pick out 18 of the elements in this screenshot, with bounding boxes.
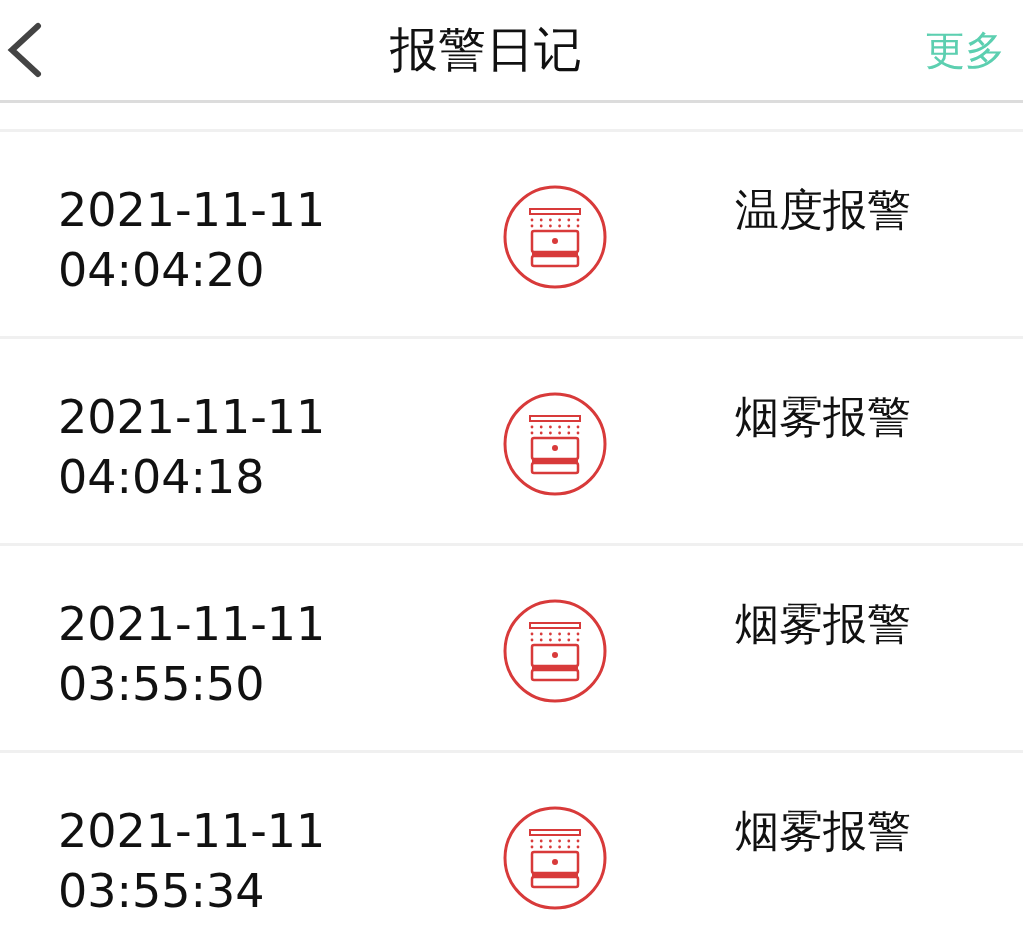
alarm-device-icon [502,184,608,290]
alarm-time: 04:04:20 [57,242,266,299]
alarm-device-icon [502,598,608,704]
alarm-time: 03:55:34 [57,863,266,920]
alarm-date: 2021-11-11 [57,596,327,653]
alarm-time: 04:04:18 [57,449,266,506]
more-button[interactable]: 更多 [925,22,1005,78]
alarm-type: 烟雾报警 [734,390,912,444]
alarm-type: 温度报警 [734,183,912,237]
alarm-device-icon [502,391,608,497]
page-title: 报警日记 [388,20,583,79]
alarm-type: 烟雾报警 [734,597,912,651]
alarm-device-icon [502,805,608,911]
alarm-type: 烟雾报警 [734,804,912,858]
alarm-date: 2021-11-11 [57,389,327,446]
alarm-date: 2021-11-11 [57,803,327,860]
alarm-date: 2021-11-11 [57,182,327,239]
alarm-time: 03:55:50 [57,656,266,713]
